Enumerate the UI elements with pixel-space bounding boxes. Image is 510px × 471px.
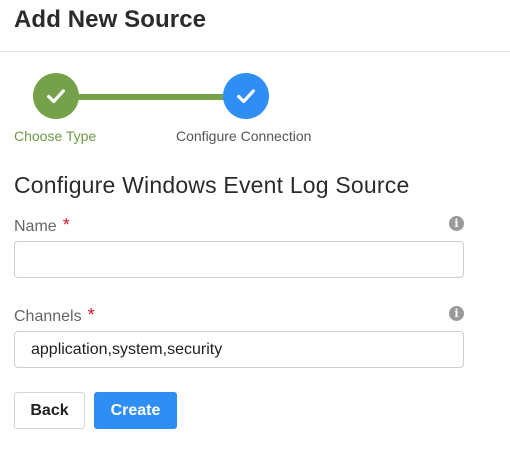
info-icon[interactable]: i bbox=[449, 216, 464, 231]
page-header: Add New Source bbox=[0, 0, 510, 52]
form-title: Configure Windows Event Log Source bbox=[14, 172, 410, 198]
wizard-stepper: Choose Type Configure Connection bbox=[0, 52, 510, 152]
channels-input[interactable] bbox=[14, 331, 464, 368]
step-2-label: Configure Connection bbox=[176, 128, 312, 144]
checkmark-icon bbox=[237, 89, 255, 104]
create-button[interactable]: Create bbox=[94, 392, 177, 429]
required-marker: * bbox=[62, 215, 70, 235]
stepper-connector bbox=[56, 94, 248, 100]
back-button[interactable]: Back bbox=[14, 392, 85, 429]
page-title: Add New Source bbox=[14, 6, 207, 33]
checkmark-icon bbox=[47, 89, 65, 104]
step-1-complete-indicator bbox=[33, 73, 79, 119]
name-label-text: Name bbox=[14, 218, 57, 235]
name-input[interactable] bbox=[14, 241, 464, 278]
info-icon[interactable]: i bbox=[449, 306, 464, 321]
name-field-label: Name * bbox=[14, 215, 70, 236]
step-2-active-indicator bbox=[223, 73, 269, 119]
required-marker: * bbox=[87, 305, 95, 325]
step-1-label: Choose Type bbox=[14, 128, 97, 144]
channels-label-text: Channels bbox=[14, 308, 82, 325]
channels-field-label: Channels * bbox=[14, 305, 95, 326]
